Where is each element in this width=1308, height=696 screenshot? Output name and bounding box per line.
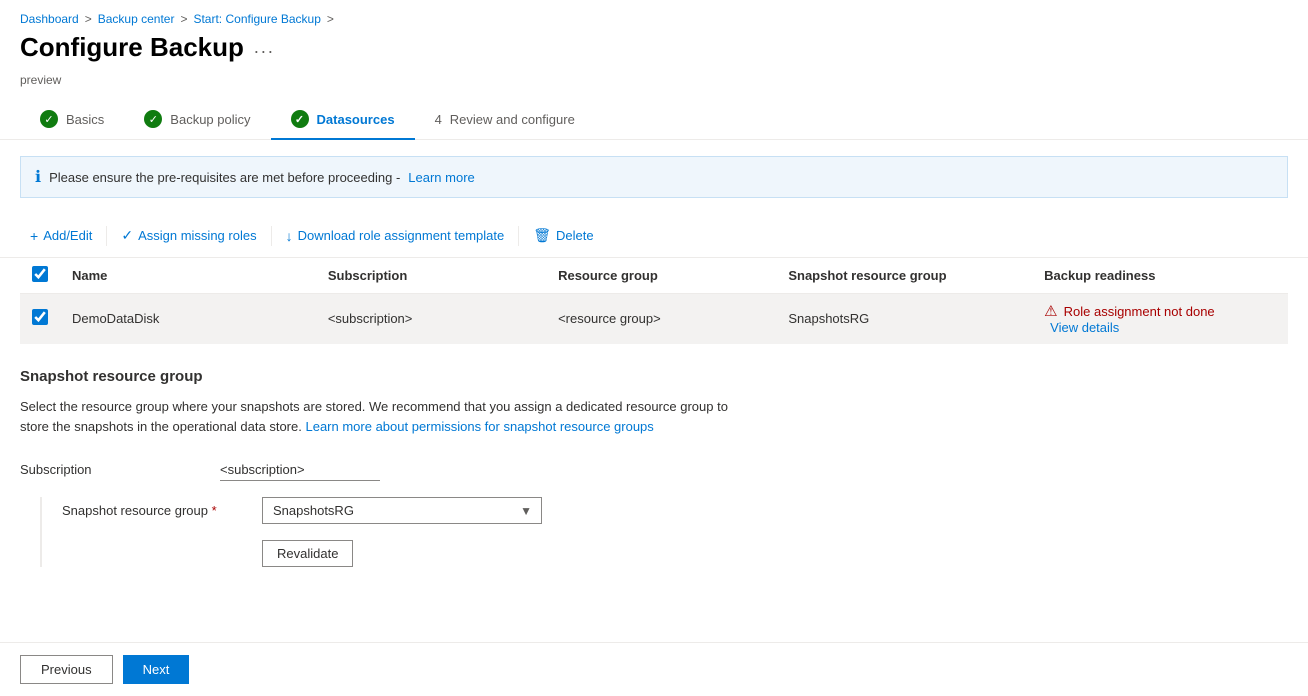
snapshot-section-desc: Select the resource group where your sna… xyxy=(20,397,740,436)
view-details-link[interactable]: View details xyxy=(1050,320,1119,335)
subscription-row: Subscription <subscription> xyxy=(20,456,1288,481)
row-checkbox-cell xyxy=(20,294,60,344)
col-header-snapshot-rg: Snapshot resource group xyxy=(776,258,1032,294)
tab-review-icon: 4 xyxy=(435,112,442,127)
delete-icon: 🗑 xyxy=(533,227,551,244)
add-icon: + xyxy=(30,228,38,244)
next-button[interactable]: Next xyxy=(123,655,190,684)
page-header: Configure Backup ... xyxy=(0,32,1308,73)
breadcrumb-configure-backup[interactable]: Start: Configure Backup xyxy=(193,12,320,26)
tab-backup-policy-label: Backup policy xyxy=(170,112,250,127)
learn-more-link[interactable]: Learn more xyxy=(408,170,474,185)
tab-datasources-icon: ✓ xyxy=(291,110,309,128)
snapshot-rg-row: Snapshot resource group SnapshotsRG ▼ xyxy=(62,497,1288,524)
subscription-value: <subscription> xyxy=(220,456,380,481)
row-resource-group: <resource group> xyxy=(546,294,776,344)
tab-backup-policy[interactable]: ✓ Backup policy xyxy=(124,100,270,140)
snapshot-rg-section: Snapshot resource group Select the resou… xyxy=(0,344,1308,591)
toolbar-separator-3 xyxy=(518,226,519,246)
toolbar: + Add/Edit ✓ Assign missing roles ↓ Down… xyxy=(0,214,1308,258)
tab-basics-label: Basics xyxy=(66,112,104,127)
tab-basics-icon: ✓ xyxy=(40,110,58,128)
add-edit-button[interactable]: + Add/Edit xyxy=(20,223,102,249)
info-icon: ℹ xyxy=(35,167,41,187)
tab-basics[interactable]: ✓ Basics xyxy=(20,100,124,140)
page-subtitle: preview xyxy=(0,73,1308,99)
select-all-header xyxy=(20,258,60,294)
snapshot-form: Subscription <subscription> Snapshot res… xyxy=(20,456,1288,567)
snapshot-rg-select[interactable]: SnapshotsRG xyxy=(262,497,542,524)
row-snapshot-rg: SnapshotsRG xyxy=(776,294,1032,344)
error-icon: ⚠ xyxy=(1044,302,1057,320)
snapshot-section-title: Snapshot resource group xyxy=(20,368,1288,385)
revalidate-row: Revalidate xyxy=(262,540,1288,567)
row-name: DemoDataDisk xyxy=(60,294,316,344)
info-bar: ℹ Please ensure the pre-requisites are m… xyxy=(20,156,1288,198)
row-readiness: ⚠ Role assignment not done View details xyxy=(1032,294,1288,344)
toolbar-separator-1 xyxy=(106,226,107,246)
assign-roles-label: Assign missing roles xyxy=(138,228,257,243)
tab-review-label: Review and configure xyxy=(450,112,575,127)
snapshot-rg-label: Snapshot resource group xyxy=(62,497,262,518)
download-template-button[interactable]: ↓ Download role assignment template xyxy=(276,223,515,249)
breadcrumb: Dashboard > Backup center > Start: Confi… xyxy=(0,0,1308,32)
tab-datasources[interactable]: ✓ Datasources xyxy=(271,100,415,140)
tab-review[interactable]: 4 Review and configure xyxy=(415,102,595,139)
footer: Previous Next xyxy=(0,642,1308,696)
download-template-label: Download role assignment template xyxy=(298,228,505,243)
snapshot-learn-more-link[interactable]: Learn more about permissions for snapsho… xyxy=(305,419,653,434)
previous-button[interactable]: Previous xyxy=(20,655,113,684)
delete-label: Delete xyxy=(556,228,594,243)
datasources-table: Name Subscription Resource group Snapsho… xyxy=(20,258,1288,344)
assign-roles-button[interactable]: ✓ Assign missing roles xyxy=(111,222,266,249)
status-error: ⚠ Role assignment not done xyxy=(1044,302,1276,320)
table-row: DemoDataDisk <subscription> <resource gr… xyxy=(20,294,1288,344)
ellipsis-button[interactable]: ... xyxy=(254,37,275,58)
snapshot-rg-select-wrapper: SnapshotsRG ▼ xyxy=(262,497,542,524)
info-message: Please ensure the pre-requisites are met… xyxy=(49,170,400,185)
row-checkbox[interactable] xyxy=(32,309,48,325)
add-edit-label: Add/Edit xyxy=(43,228,92,243)
col-header-resource-group: Resource group xyxy=(546,258,776,294)
page-title: Configure Backup xyxy=(20,32,244,63)
delete-button[interactable]: 🗑 Delete xyxy=(523,222,603,249)
breadcrumb-dashboard[interactable]: Dashboard xyxy=(20,12,79,26)
breadcrumb-backup-center[interactable]: Backup center xyxy=(98,12,175,26)
subscription-label: Subscription xyxy=(20,456,220,477)
tab-backup-policy-icon: ✓ xyxy=(144,110,162,128)
revalidate-button[interactable]: Revalidate xyxy=(262,540,353,567)
rg-indent: Snapshot resource group SnapshotsRG ▼ Re… xyxy=(40,497,1288,567)
datasources-table-container: Name Subscription Resource group Snapsho… xyxy=(0,258,1308,344)
checkmark-icon: ✓ xyxy=(121,227,133,244)
row-subscription: <subscription> xyxy=(316,294,546,344)
tab-datasources-label: Datasources xyxy=(317,112,395,127)
toolbar-separator-2 xyxy=(271,226,272,246)
download-icon: ↓ xyxy=(286,228,293,244)
tab-bar: ✓ Basics ✓ Backup policy ✓ Datasources 4… xyxy=(0,99,1308,140)
select-all-checkbox[interactable] xyxy=(32,266,48,282)
col-header-backup-readiness: Backup readiness xyxy=(1032,258,1288,294)
readiness-text: Role assignment not done xyxy=(1064,304,1215,319)
table-header-row: Name Subscription Resource group Snapsho… xyxy=(20,258,1288,294)
col-header-subscription: Subscription xyxy=(316,258,546,294)
col-header-name: Name xyxy=(60,258,316,294)
